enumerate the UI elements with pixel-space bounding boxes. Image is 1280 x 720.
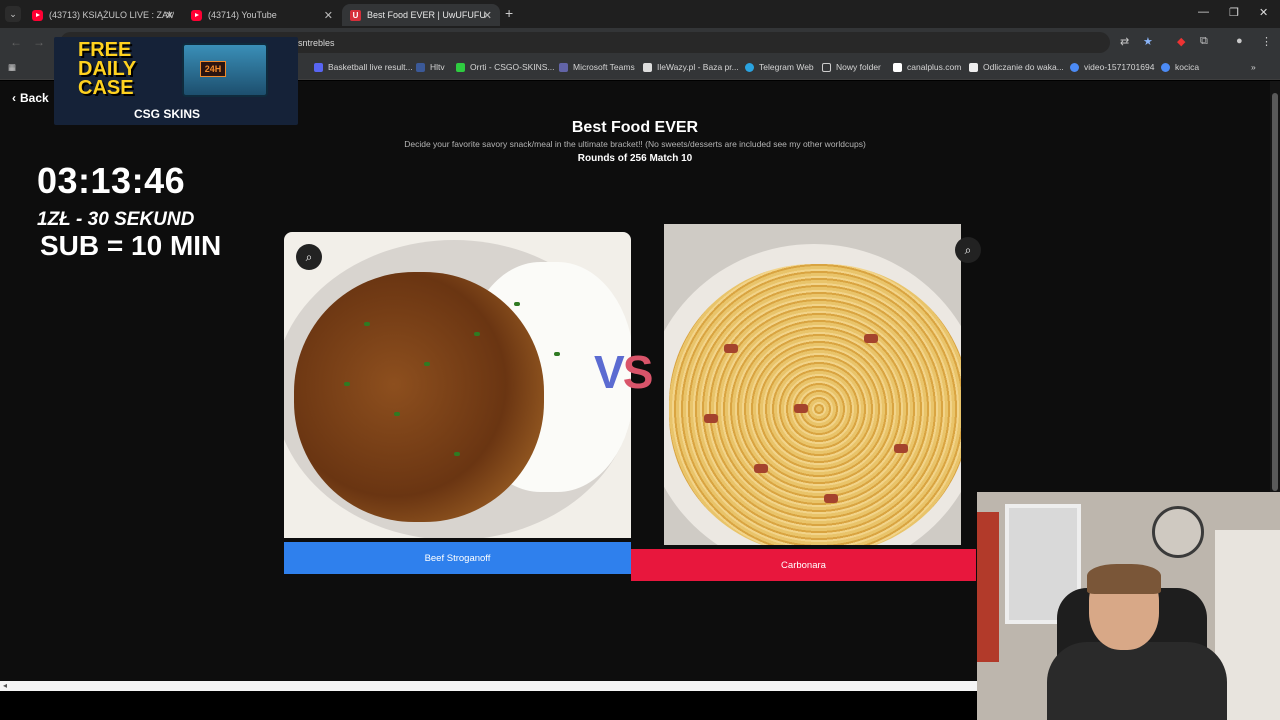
- extension-icon[interactable]: ◆: [1177, 35, 1185, 48]
- sub-rate-text: SUB = 10 MIN: [40, 230, 222, 261]
- youtube-icon: [32, 9, 43, 21]
- wall-clock-icon: [1152, 506, 1204, 558]
- bookmark-odliczanie[interactable]: Odliczanie do waka...: [969, 62, 1064, 72]
- crate-icon: 24H: [182, 43, 268, 97]
- more-bookmarks-icon[interactable]: »: [1251, 62, 1256, 72]
- chevron-left-icon: ‹: [12, 91, 16, 105]
- tab-best-food-ever[interactable]: U Best Food EVER | UwUFUFU ✕: [342, 4, 500, 26]
- bookmark-icon: [969, 62, 978, 72]
- vs-label: VS: [594, 346, 653, 398]
- bookmark-hltv[interactable]: Hltv: [416, 62, 445, 72]
- back-arrow-icon[interactable]: ←: [10, 35, 22, 49]
- zoom-left-icon[interactable]: ⌕: [296, 244, 322, 270]
- bookmark-icon: [643, 62, 652, 72]
- bookmark-basketball[interactable]: Basketball live result...: [314, 62, 413, 72]
- apps-grid-icon[interactable]: ▦: [8, 62, 16, 73]
- youtube-icon: [191, 9, 202, 21]
- page-subtitle: Decide your favorite savory snack/meal i…: [404, 139, 866, 149]
- streamer-webcam: [977, 492, 1280, 720]
- bookmark-star-icon[interactable]: ★: [1143, 35, 1153, 48]
- close-tab-icon[interactable]: ✕: [483, 9, 492, 22]
- bookmark-folder[interactable]: Nowy folder: [822, 62, 881, 72]
- bookmark-icon: [559, 62, 568, 72]
- round-info: Rounds of 256 Match 10: [577, 153, 693, 164]
- horizontal-scrollbar[interactable]: ◂: [0, 681, 977, 691]
- profile-avatar-icon[interactable]: ●: [1236, 35, 1243, 47]
- uwufufu-icon: U: [350, 9, 361, 21]
- restore-icon[interactable]: ❐: [1229, 6, 1239, 19]
- beef-stroganoff-image[interactable]: [284, 232, 631, 538]
- close-tab-icon[interactable]: ✕: [165, 9, 174, 22]
- sponsor-banner: FREE DAILY CASE 24H CSG SKINS: [54, 37, 298, 125]
- bookmark-icon: [456, 62, 465, 72]
- minimize-icon[interactable]: —: [1198, 6, 1209, 18]
- back-link[interactable]: ‹ Back: [12, 91, 49, 105]
- close-tab-icon[interactable]: ✕: [324, 9, 333, 22]
- bookmark-telegram[interactable]: Telegram Web: [745, 62, 814, 72]
- new-tab-button[interactable]: +: [505, 5, 513, 21]
- forward-arrow-icon[interactable]: →: [33, 35, 45, 49]
- choose-beef-stroganoff-button[interactable]: Beef Stroganoff: [284, 542, 631, 574]
- bookmark-kocica[interactable]: kocica: [1161, 62, 1199, 72]
- bookmark-icon: [1161, 62, 1170, 72]
- zoom-right-icon[interactable]: ⌕: [955, 237, 981, 263]
- stream-timer: 03:13:46: [37, 160, 186, 201]
- page-scrollbar[interactable]: [1270, 81, 1280, 492]
- telegram-icon: [745, 62, 754, 72]
- translate-icon[interactable]: ⇄: [1120, 35, 1129, 48]
- bookmark-video[interactable]: video-1571701694: [1070, 62, 1154, 72]
- carbonara-image[interactable]: [664, 224, 961, 545]
- bookmark-icon: [416, 62, 425, 72]
- donation-rate-text: 1ZŁ - 30 SEKUND: [37, 209, 195, 230]
- scroll-left-icon[interactable]: ◂: [3, 681, 7, 691]
- bookmark-microsoft-teams[interactable]: Microsoft Teams: [559, 62, 635, 72]
- tab-search-button[interactable]: ⌄: [5, 6, 21, 22]
- bookmark-icon: [1070, 62, 1079, 72]
- close-window-icon[interactable]: ✕: [1259, 6, 1268, 19]
- tab-ksiazulo-live[interactable]: (43713) KSIĄŻULO LIVE : ZAMY ✕: [24, 4, 182, 26]
- scrollbar-thumb[interactable]: [1272, 93, 1278, 491]
- browser-tab-bar: ⌄ (43713) KSIĄŻULO LIVE : ZAMY ✕ (43714)…: [0, 0, 1280, 28]
- menu-kebab-icon[interactable]: ⋮: [1261, 35, 1272, 48]
- folder-icon: [822, 62, 831, 72]
- tab-youtube[interactable]: (43714) YouTube ✕: [183, 4, 341, 26]
- address-text[interactable]: isntrebles: [296, 38, 335, 48]
- bookmark-ilewazy[interactable]: IleWazy.pl - Baza pr...: [643, 62, 739, 72]
- timer-badge: 24H: [200, 61, 226, 77]
- bookmark-icon: [893, 62, 902, 72]
- bookmark-icon: [314, 62, 323, 72]
- bookmark-canalplus[interactable]: canalplus.com: [893, 62, 961, 72]
- choose-carbonara-button[interactable]: Carbonara: [631, 549, 976, 581]
- bookmark-csgo-skins[interactable]: Orrti - CSGO-SKINS...: [456, 62, 555, 72]
- extensions-puzzle-icon[interactable]: ⧉: [1200, 35, 1208, 48]
- sponsor-logo: CSG SKINS: [134, 107, 201, 121]
- sponsor-headline: FREE DAILY CASE: [78, 39, 137, 99]
